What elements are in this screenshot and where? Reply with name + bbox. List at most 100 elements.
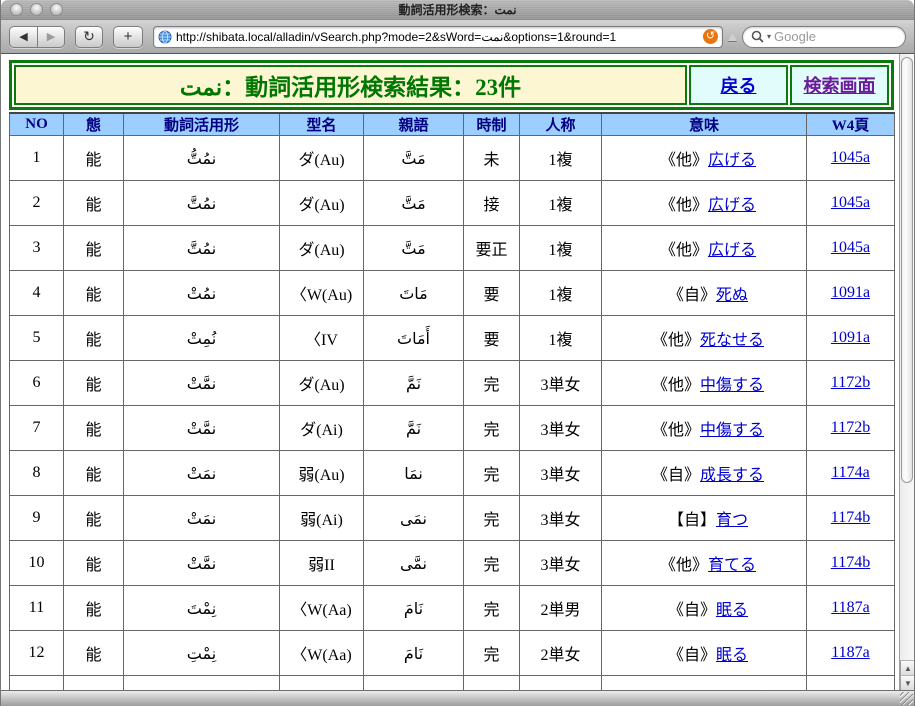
snapback-icon[interactable]: ↺ [703,29,718,44]
cell-voice: 能 [64,226,124,271]
page-link[interactable]: 1174a [831,464,870,481]
table-row: 12能نِمْتِ〈W(Aa)نَامَ完2単女《自》眠る1187a [10,631,895,676]
cell-no: 7 [10,406,64,451]
cell-verb-form: نمَّتْ [124,406,280,451]
page-link[interactable]: 1174b [831,509,870,526]
result-table-body: 1能نمُتُّダ(Au)مَتَّ未1複《他》広げる1045a2能نمُتَّ… [10,136,895,691]
cell-person: 3単女 [520,496,602,541]
cell-person: 3単女 [520,406,602,451]
cell-meaning: 《他》広げる [602,181,807,226]
page-link[interactable]: 1187a [831,599,870,616]
meaning-link[interactable]: 死なせる [700,332,764,349]
meaning-link[interactable]: 広げる [708,152,756,169]
cell-parent-word: نَمَّ [364,361,464,406]
meaning-link[interactable]: 育つ [716,512,748,529]
cell-parent-word: نمَى [364,496,464,541]
cell-page: 1091a [807,271,895,316]
page-link[interactable]: 1172b [831,419,870,436]
cell-tense: 完 [464,406,520,451]
cell-parent-word: مَتَّ [364,181,464,226]
reload-button[interactable]: ↻ [75,26,103,48]
cell-verb-form: نمَّتْ [124,541,280,586]
page-link[interactable]: 1091a [831,284,870,301]
cell-verb-form: نمُتَّ [124,226,280,271]
scroll-down-button[interactable]: ▼ [900,675,914,690]
cell-meaning: 【自】育つ [602,496,807,541]
url-text[interactable]: http://shibata.local/alladin/vSearch.php… [176,30,699,44]
back-link[interactable]: 戻る [721,72,757,98]
scroll-up-icon: ▲ [904,664,912,673]
meaning-link[interactable]: 眠る [716,602,748,619]
page-link[interactable]: 1187a [831,644,870,661]
col-header-verb-form: 動詞活用形 [124,113,280,136]
meaning-link[interactable]: 広げる [708,242,756,259]
cell-verb-form: نُمِتْ [124,316,280,361]
cell-verb-form: نمَتْ [124,496,280,541]
cell-parent-word: نَامَ [364,586,464,631]
col-header-person: 人称 [520,113,602,136]
google-search-field[interactable]: ▾ Google [742,26,906,48]
resize-grip-icon[interactable] [900,692,913,705]
cell-person: 1複 [520,181,602,226]
page-link[interactable]: 1091a [831,329,870,346]
cell-parent-word: نَمَّ [364,406,464,451]
cell-parent-word: أَمَاتَ [364,316,464,361]
cell-page: 1172b [807,406,895,451]
back-button[interactable]: ◀ [9,26,37,48]
scrollbar-thumb[interactable] [901,57,913,483]
col-header-tense: 時制 [464,113,520,136]
cell-pattern: 〈W(Aa) [280,676,364,691]
search-icon [751,30,764,43]
page-link[interactable]: 1045a [831,149,870,166]
minimize-button[interactable] [30,3,43,16]
address-field[interactable]: http://shibata.local/alladin/vSearch.php… [153,26,723,48]
cell-page: 1187a [807,631,895,676]
cell-voice: 能 [64,541,124,586]
search-screen-link[interactable]: 検索画面 [804,72,876,98]
cell-voice: 能 [64,631,124,676]
cell-voice: 能 [64,586,124,631]
window-controls [1,3,63,16]
plus-icon: + [124,28,133,45]
cell-voice: 能 [64,271,124,316]
cell-page: 1045a [807,181,895,226]
cell-voice: 能 [64,406,124,451]
cell-no: 10 [10,541,64,586]
search-dropdown-icon[interactable]: ▾ [767,32,771,41]
cell-tense: 完 [464,361,520,406]
add-bookmark-button[interactable]: + [113,26,143,48]
cell-person: 1複 [520,226,602,271]
cell-no: 3 [10,226,64,271]
scroll-up-button[interactable]: ▲ [900,660,914,675]
cell-no: 12 [10,631,64,676]
cell-pattern: 〈W(Aa) [280,631,364,676]
meaning-link[interactable]: 眠る [716,647,748,664]
cell-page: 1045a [807,226,895,271]
field-resize-handle[interactable] [728,32,737,41]
table-row: 1能نمُتُّダ(Au)مَتَّ未1複《他》広げる1045a [10,136,895,181]
zoom-button[interactable] [50,3,63,16]
meaning-link[interactable]: 中傷する [700,377,764,394]
close-button[interactable] [10,3,23,16]
vertical-scrollbar[interactable]: ▲ ▼ [899,54,914,690]
meaning-link[interactable]: 成長する [700,467,764,484]
meaning-link[interactable]: 中傷する [700,422,764,439]
col-header-meaning: 意味 [602,113,807,136]
forward-button[interactable]: ▶ [37,26,65,48]
meaning-category: 《自》 [652,467,700,484]
cell-person: 2単女 [520,631,602,676]
cell-no: 5 [10,316,64,361]
cell-page: 1174a [807,451,895,496]
cell-verb-form: نِمْتِ [124,631,280,676]
meaning-category: 《自》 [668,287,716,304]
meaning-link[interactable]: 育てる [708,557,756,574]
page-link[interactable]: 1045a [831,194,870,211]
page-link[interactable]: 1174b [831,554,870,571]
page-link[interactable]: 1172b [831,374,870,391]
meaning-link[interactable]: 死ぬ [716,287,748,304]
meaning-category: 《他》 [652,422,700,439]
meaning-link[interactable]: 広げる [708,197,756,214]
meaning-category: 《他》 [660,242,708,259]
page-link[interactable]: 1045a [831,239,870,256]
cell-verb-form: نِمْتُ [124,676,280,691]
